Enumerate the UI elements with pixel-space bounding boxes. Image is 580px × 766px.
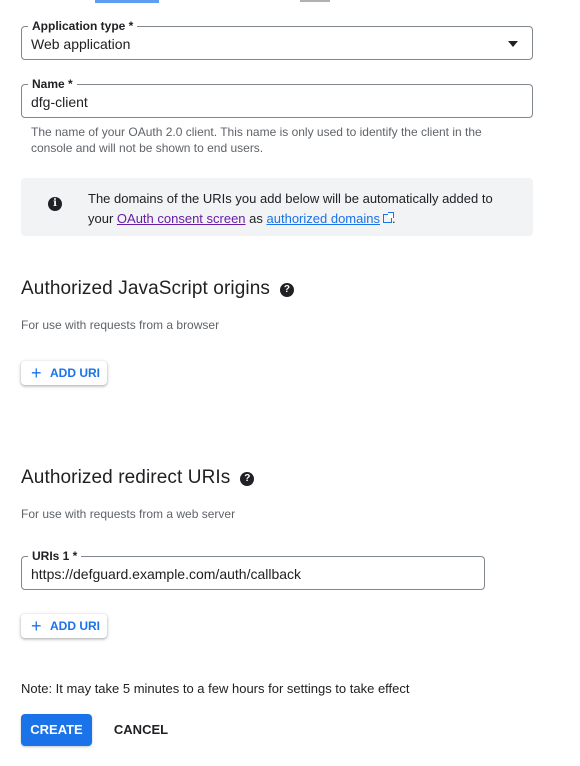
clipped-link-top (95, 0, 159, 3)
clipped-text-top (300, 0, 330, 2)
name-field[interactable]: Name * dfg-client (21, 76, 533, 118)
cancel-button[interactable]: CANCEL (106, 714, 176, 746)
create-button[interactable]: CREATE (21, 714, 92, 746)
oauth-consent-screen-link[interactable]: OAuth consent screen (117, 211, 246, 226)
plus-icon: + (31, 363, 42, 383)
name-hint: The name of your OAuth 2.0 client. This … (31, 125, 482, 155)
application-type-label: Application type * (28, 18, 138, 34)
add-redirect-uri-button[interactable]: + ADD URI (21, 614, 107, 638)
add-uri-label: ADD URI (50, 366, 100, 380)
name-label: Name * (28, 76, 77, 92)
redirect-uri-1-field[interactable]: URIs 1 * https://defguard.example.com/au… (21, 548, 485, 590)
name-value: dfg-client (31, 94, 88, 110)
redirect-uri-1-label: URIs 1 * (28, 548, 82, 564)
info-banner: i The domains of the URIs you add below … (21, 178, 533, 236)
add-uri-label: ADD URI (50, 619, 100, 633)
help-icon[interactable]: ? (279, 283, 294, 297)
add-js-origin-uri-button[interactable]: + ADD URI (21, 361, 107, 385)
js-origins-heading: Authorized JavaScript origins? (21, 277, 294, 301)
redirect-uris-description: For use with requests from a web server (21, 507, 236, 521)
external-link-icon[interactable] (382, 212, 394, 223)
dropdown-caret-icon[interactable] (508, 41, 518, 47)
application-type-select[interactable]: Application type * Web application (21, 18, 533, 60)
info-icon: i (48, 197, 62, 211)
help-icon[interactable]: ? (240, 472, 255, 486)
redirect-uris-title: Authorized redirect URIs (21, 467, 231, 488)
info-text: The domains of the URIs you add below wi… (88, 189, 508, 229)
settings-note: Note: It may take 5 minutes to a few hou… (21, 681, 410, 696)
info-text-mid: as (245, 211, 267, 226)
application-type-value: Web application (31, 36, 131, 52)
redirect-uri-1-value: https://defguard.example.com/auth/callba… (31, 566, 302, 582)
plus-icon: + (31, 616, 42, 636)
js-origins-title: Authorized JavaScript origins (21, 278, 270, 299)
redirect-uris-heading: Authorized redirect URIs? (21, 466, 255, 490)
js-origins-description: For use with requests from a browser (21, 318, 220, 332)
authorized-domains-link[interactable]: authorized domains (267, 211, 380, 226)
